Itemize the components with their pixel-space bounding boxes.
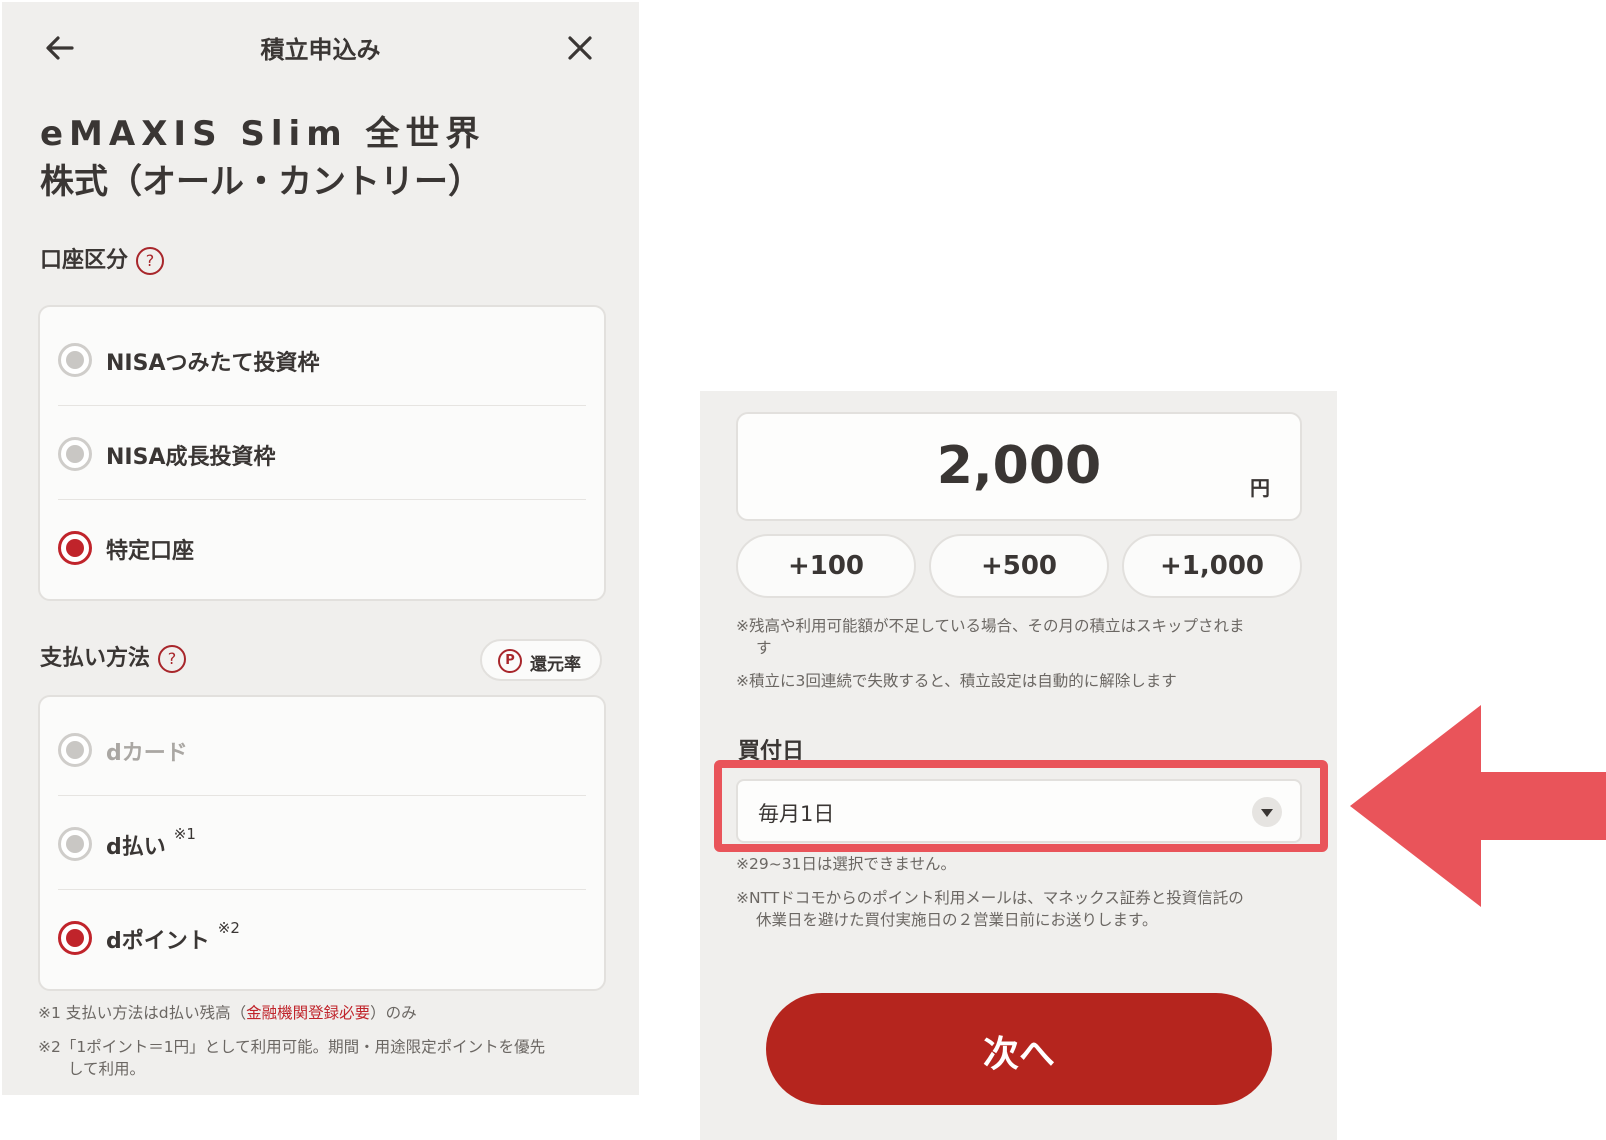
highlight-box (714, 760, 1328, 852)
help-icon[interactable]: ? (136, 247, 165, 275)
radio-label: 特定口座 (106, 539, 195, 564)
radio-button[interactable] (58, 343, 92, 377)
amount-note-2: ※積立に3回連続で失敗すると、積立設定は自動的に解除します (736, 672, 1177, 690)
amount-value: 2,000 (936, 436, 1102, 496)
reward-rate-button[interactable]: P 還元率 (480, 639, 602, 681)
fund-name-line2: 株式（オール・カントリー） (40, 162, 482, 202)
reward-rate-label: 還元率 (530, 655, 581, 675)
radio-button-selected[interactable] (58, 921, 92, 955)
payment-footnote-1: ※1 支払い方法はd払い残高（金融機関登録必要）のみ (38, 1002, 417, 1024)
divider (58, 405, 586, 406)
application-form-panel: 積立申込み eMAXIS Slim 全世界 株式（オール・カントリー） 口座区分… (2, 2, 639, 1095)
radio-button[interactable] (58, 437, 92, 471)
payment-method-label: 支払い方法? (40, 640, 187, 673)
divider (58, 499, 586, 500)
amount-note-1: ※残高や利用可能額が不足している場合、その月の積立はスキップされま す (736, 615, 1245, 659)
account-type-label: 口座区分? (40, 242, 165, 275)
footnote-line: ※2「1ポイント＝1円」として利用可能。期間・用途限定ポイントを優先 (38, 1038, 546, 1056)
divider (58, 889, 586, 890)
fund-name-line1: eMAXIS Slim 全世界 (40, 114, 486, 154)
footnote-marker: ※2 (217, 919, 240, 937)
radio-label: d払い ※1 (106, 825, 196, 861)
bank-registration-link[interactable]: 金融機関登録必要 (246, 1004, 370, 1022)
footnote-line: して利用。 (68, 1060, 146, 1078)
add-1000-button[interactable]: +1,000 (1122, 534, 1302, 598)
footnote-marker: ※1 (173, 825, 196, 843)
payment-footnote-2: ※2「1ポイント＝1円」として利用可能。期間・用途限定ポイントを優先 して利用。 (38, 1036, 545, 1080)
radio-button-selected[interactable] (58, 531, 92, 565)
amount-unit: 円 (1250, 476, 1270, 500)
radio-button[interactable] (58, 827, 92, 861)
radio-label: dカード (106, 741, 188, 766)
footnote-text: ※1 支払い方法はd払い残高（ (38, 1004, 247, 1022)
amount-input[interactable]: 2,000 円 (736, 412, 1302, 521)
close-icon (568, 36, 592, 60)
purchase-date-note-2: ※NTTドコモからのポイント利用メールは、マネックス証券と投資信託の 休業日を避… (736, 887, 1244, 931)
radio-button-disabled (58, 733, 92, 767)
fund-name: eMAXIS Slim 全世界 株式（オール・カントリー） (40, 110, 485, 206)
footnote-text: ）のみ (370, 1004, 417, 1022)
note-line: 休業日を避けた買付実施日の２営業日前にお送りします。 (756, 911, 1158, 929)
note-line: ※NTTドコモからのポイント利用メールは、マネックス証券と投資信託の (736, 889, 1244, 907)
radio-label-text: d払い (106, 835, 166, 860)
add-500-button[interactable]: +500 (929, 534, 1109, 598)
account-type-card: NISAつみたて投資枠 NISA成長投資枠 特定口座 (38, 305, 606, 601)
purchase-date-note-1: ※29~31日は選択できません。 (736, 855, 956, 873)
payment-method-card: dカード d払い ※1 dポイント ※2 (38, 695, 606, 991)
arrow-left-pointer (1350, 705, 1606, 907)
radio-label: NISAつみたて投資枠 (106, 351, 320, 376)
note-line: ※残高や利用可能額が不足している場合、その月の積立はスキップされま (736, 617, 1245, 635)
page-title: 積立申込み (260, 36, 381, 64)
divider (58, 795, 586, 796)
radio-label: NISA成長投資枠 (106, 445, 276, 470)
account-type-label-text: 口座区分 (40, 248, 129, 273)
note-line: す (756, 639, 772, 657)
radio-label: dポイント ※2 (106, 919, 240, 955)
help-icon[interactable]: ? (158, 645, 187, 673)
radio-label-text: dポイント (106, 929, 210, 954)
next-button[interactable]: 次へ (766, 993, 1272, 1105)
payment-method-label-text: 支払い方法 (40, 646, 151, 671)
next-button-label: 次へ (982, 1034, 1055, 1075)
point-icon: P (498, 649, 522, 673)
add-100-button[interactable]: +100 (736, 534, 916, 598)
close-button[interactable] (562, 30, 598, 66)
